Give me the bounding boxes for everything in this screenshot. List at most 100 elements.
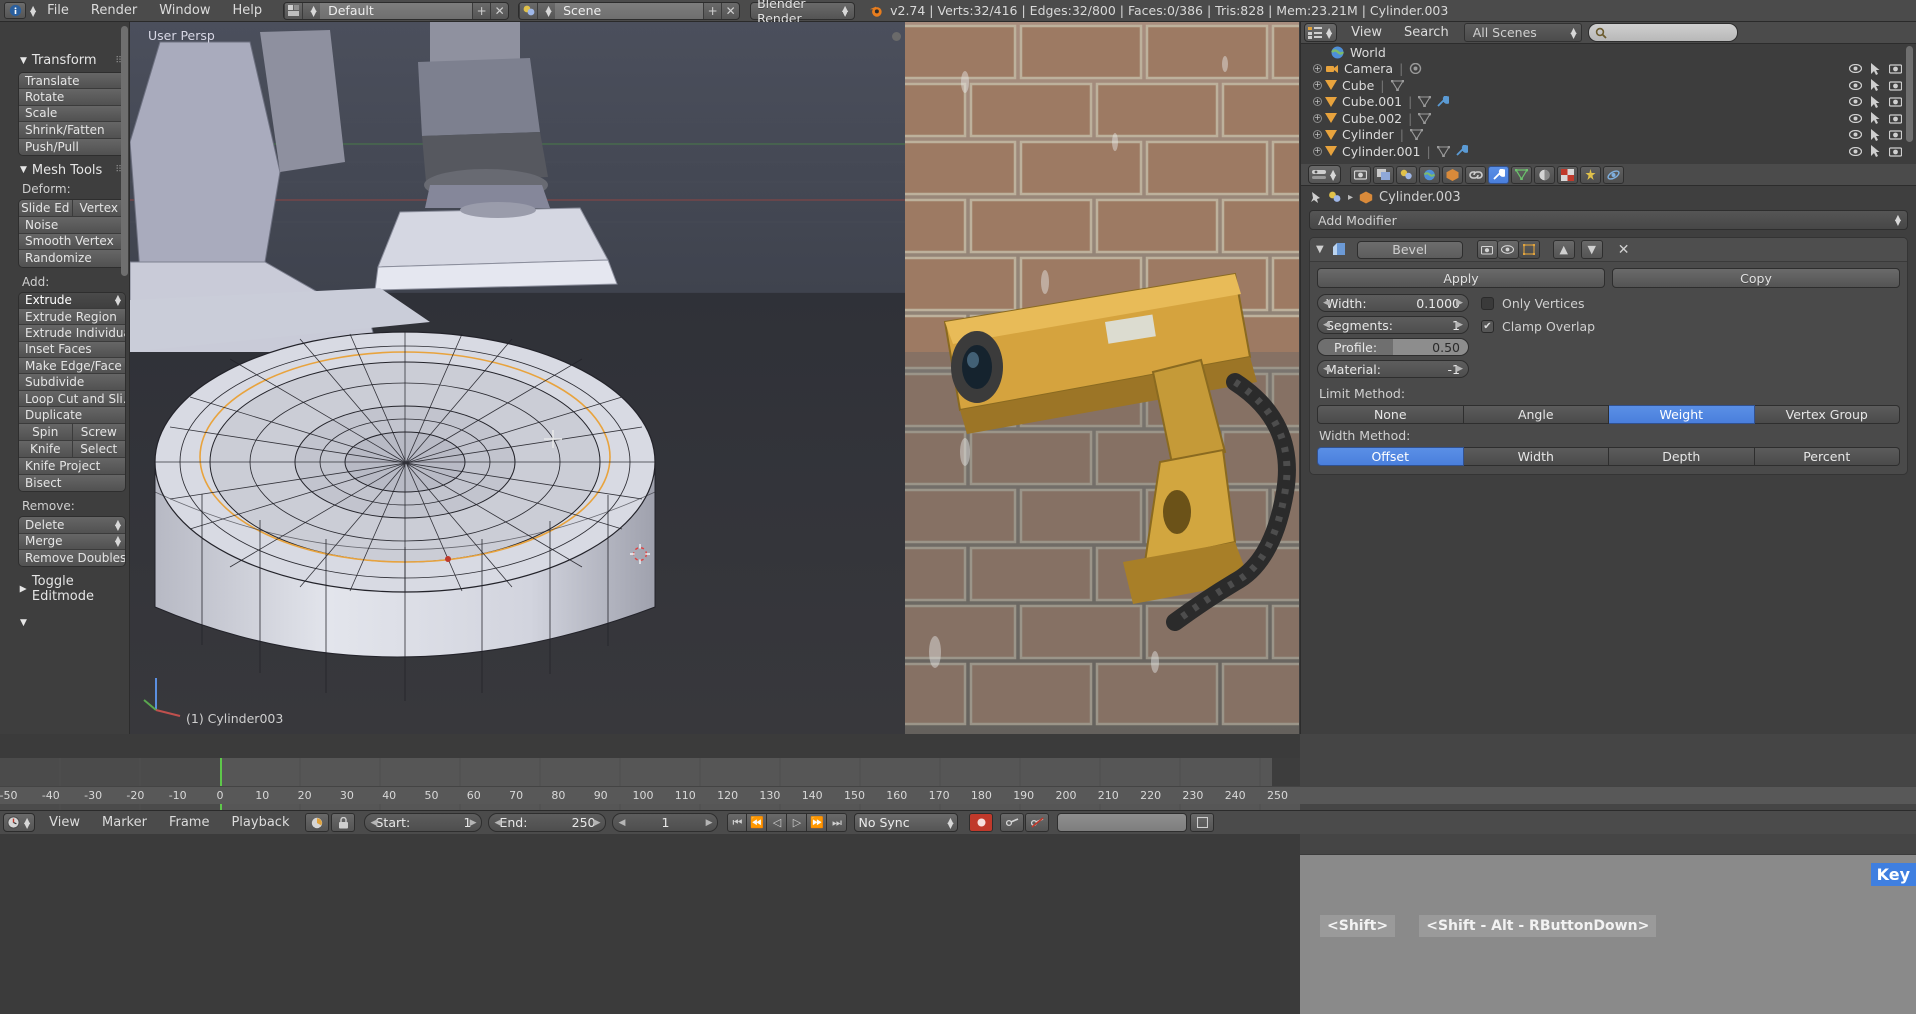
limit-method-none[interactable]: None [1317, 405, 1464, 424]
properties-editor[interactable]: ▲ ▼ ▸ Cylinder.003 Add Modifier ▲ ▼ ▼ Be… [1300, 164, 1916, 734]
panel-header-transform[interactable]: ▼ Transform ⠿ [20, 53, 126, 68]
lock-icon[interactable] [331, 813, 356, 832]
camera-icon[interactable] [1889, 63, 1902, 74]
menu-file[interactable]: File [36, 0, 80, 22]
timeline-menu-playback[interactable]: Playback [220, 812, 300, 834]
eye-icon[interactable] [1849, 97, 1862, 107]
outliner-row-camera[interactable]: + Camera | [1301, 61, 1916, 78]
cursor-icon[interactable] [1871, 128, 1880, 141]
properties-tab-constraints[interactable] [1465, 165, 1487, 184]
modifier-apply-button[interactable]: Apply [1317, 268, 1605, 288]
modifier-copy-button[interactable]: Copy [1612, 268, 1900, 288]
cursor-icon[interactable] [1871, 62, 1880, 75]
viewport-region-toggle[interactable] [892, 32, 901, 41]
timeline-editor-type-selector[interactable]: ▲ ▼ [3, 813, 36, 832]
tool-slide-vertex[interactable]: Vertex [72, 199, 125, 217]
collapse-triangle-icon[interactable]: ▼ [1316, 244, 1324, 255]
width-method-offset[interactable]: Offset [1317, 447, 1464, 466]
properties-tab-render[interactable] [1350, 165, 1372, 184]
cursor-icon[interactable] [1871, 112, 1880, 125]
eye-icon[interactable] [1849, 130, 1862, 140]
outliner-menu-view[interactable]: View [1340, 22, 1393, 44]
image-editor[interactable] [905, 22, 1299, 734]
tool-knife-project[interactable]: Knife Project [19, 458, 125, 475]
panel-header-mesh-tools[interactable]: ▼ Mesh Tools ⠿ [20, 163, 126, 178]
width-method-percent[interactable]: Percent [1754, 447, 1900, 466]
tool-noise[interactable]: Noise [19, 217, 125, 234]
scene-remove-button[interactable]: ✕ [721, 2, 739, 19]
outliner-row-cylinder[interactable]: + Cylinder | [1301, 127, 1916, 144]
eye-icon[interactable] [1849, 80, 1862, 90]
next-keyframe-icon[interactable]: ⏩ [807, 813, 828, 832]
outliner-row-cube[interactable]: + Cube | [1301, 77, 1916, 94]
modifier-realtime-toggle[interactable] [1497, 240, 1519, 259]
panel-header-toggle-editmode[interactable]: ▼ [20, 618, 126, 628]
increment-icon[interactable]: ▶ [594, 818, 601, 828]
layout-add-button[interactable]: + [472, 2, 490, 19]
record-icon[interactable] [305, 813, 330, 832]
limit-method-weight[interactable]: Weight [1609, 405, 1755, 424]
menu-window[interactable]: Window [148, 0, 221, 22]
jump-start-icon[interactable]: ⏮ [727, 813, 748, 832]
tool-merge-dropdown[interactable]: Merge ▲ ▼ [19, 533, 125, 550]
cursor-icon[interactable] [1871, 145, 1880, 158]
expand-icon[interactable]: + [1313, 146, 1322, 156]
render-engine-selector[interactable]: Blender Render ▲ ▼ [750, 0, 856, 26]
play-icon[interactable]: ▷ [787, 813, 808, 832]
modifier-editmode-toggle[interactable] [1518, 240, 1540, 259]
frame-end-field[interactable]: ◀ End: 250 ▶ [488, 813, 607, 832]
add-modifier-button[interactable]: Add Modifier ▲ ▼ [1309, 210, 1908, 230]
modifier-name-field[interactable]: Bevel [1356, 240, 1463, 259]
tool-inset-faces[interactable]: Inset Faces [19, 341, 125, 359]
width-method-depth[interactable]: Depth [1609, 447, 1755, 466]
clamp-overlap-row[interactable]: ✔ Clamp Overlap [1481, 319, 1900, 334]
decrement-icon[interactable]: ◀ [370, 818, 377, 828]
limit-method-angle[interactable]: Angle [1463, 405, 1609, 424]
tool-duplicate[interactable]: Duplicate [19, 407, 125, 424]
scene-add-button[interactable]: + [703, 2, 721, 19]
current-frame-field[interactable]: ◀ 1 ▶ [612, 813, 719, 832]
play-reverse-icon[interactable]: ◁ [767, 813, 788, 832]
tool-scale[interactable]: Scale [19, 105, 125, 123]
key-crossed-icon[interactable] [1025, 813, 1050, 832]
scene-icon[interactable] [519, 2, 537, 19]
tool-extrude-individual[interactable]: Extrude Individual [19, 325, 125, 342]
outliner-scrollbar[interactable] [1906, 46, 1913, 142]
limit-method-vertex-group[interactable]: Vertex Group [1754, 405, 1900, 424]
layout-chevrons[interactable]: ▲ ▼ [302, 2, 320, 19]
record-dot-icon[interactable] [969, 813, 994, 832]
decrement-icon[interactable]: ◀ [618, 818, 625, 828]
tool-screw[interactable]: Screw [72, 423, 125, 441]
3d-viewport[interactable]: User Persp (1) Cylinder003 [130, 22, 905, 734]
outliner-display-mode-selector[interactable]: All Scenes ▲ ▼ [1463, 23, 1582, 42]
increment-icon[interactable]: ▶ [1456, 298, 1463, 308]
increment-icon[interactable]: ▶ [1456, 320, 1463, 330]
camera-icon[interactable] [1889, 129, 1902, 140]
decrement-icon[interactable]: ◀ [494, 818, 501, 828]
properties-tab-material[interactable] [1534, 165, 1556, 184]
sync-mode-selector[interactable]: No Sync ▲ ▼ [854, 813, 959, 832]
timeline-menu-view[interactable]: View [38, 812, 91, 834]
expand-icon[interactable]: + [1313, 97, 1322, 107]
tool-loop-cut-and-slide[interactable]: Loop Cut and Sli… [19, 390, 125, 408]
info-editor[interactable]: Key <Shift> <Shift - Alt - RButtonDown> [1300, 855, 1916, 1014]
properties-tab-data[interactable] [1511, 165, 1533, 184]
outliner-search-input[interactable] [1587, 23, 1738, 42]
expand-icon[interactable]: + [1313, 64, 1322, 74]
timeline-ruler[interactable]: -50 -40 -30 -20 -10 0 10 20 30 40 50 60 70 80 90 100 110… [0, 786, 1415, 804]
outliner-row-cube-002[interactable]: + Cube.002 | [1301, 110, 1916, 127]
tool-smooth-vertex[interactable]: Smooth Vertex [19, 233, 125, 251]
prev-keyframe-icon[interactable]: ⏪ [747, 813, 768, 832]
properties-tab-physics[interactable] [1603, 165, 1625, 184]
tool-subdivide[interactable]: Subdivide [19, 374, 125, 391]
timeline-menu-marker[interactable]: Marker [91, 812, 158, 834]
camera-icon[interactable] [1889, 96, 1902, 107]
jump-end-icon[interactable]: ⏭ [827, 813, 848, 832]
properties-tab-texture[interactable] [1557, 165, 1579, 184]
only-vertices-checkbox[interactable] [1481, 297, 1494, 310]
layout-remove-button[interactable]: ✕ [490, 2, 508, 19]
eye-icon[interactable] [1849, 146, 1862, 156]
pin-icon[interactable] [1309, 191, 1322, 204]
properties-tab-world[interactable] [1419, 165, 1441, 184]
tool-spin[interactable]: Spin [19, 423, 73, 441]
